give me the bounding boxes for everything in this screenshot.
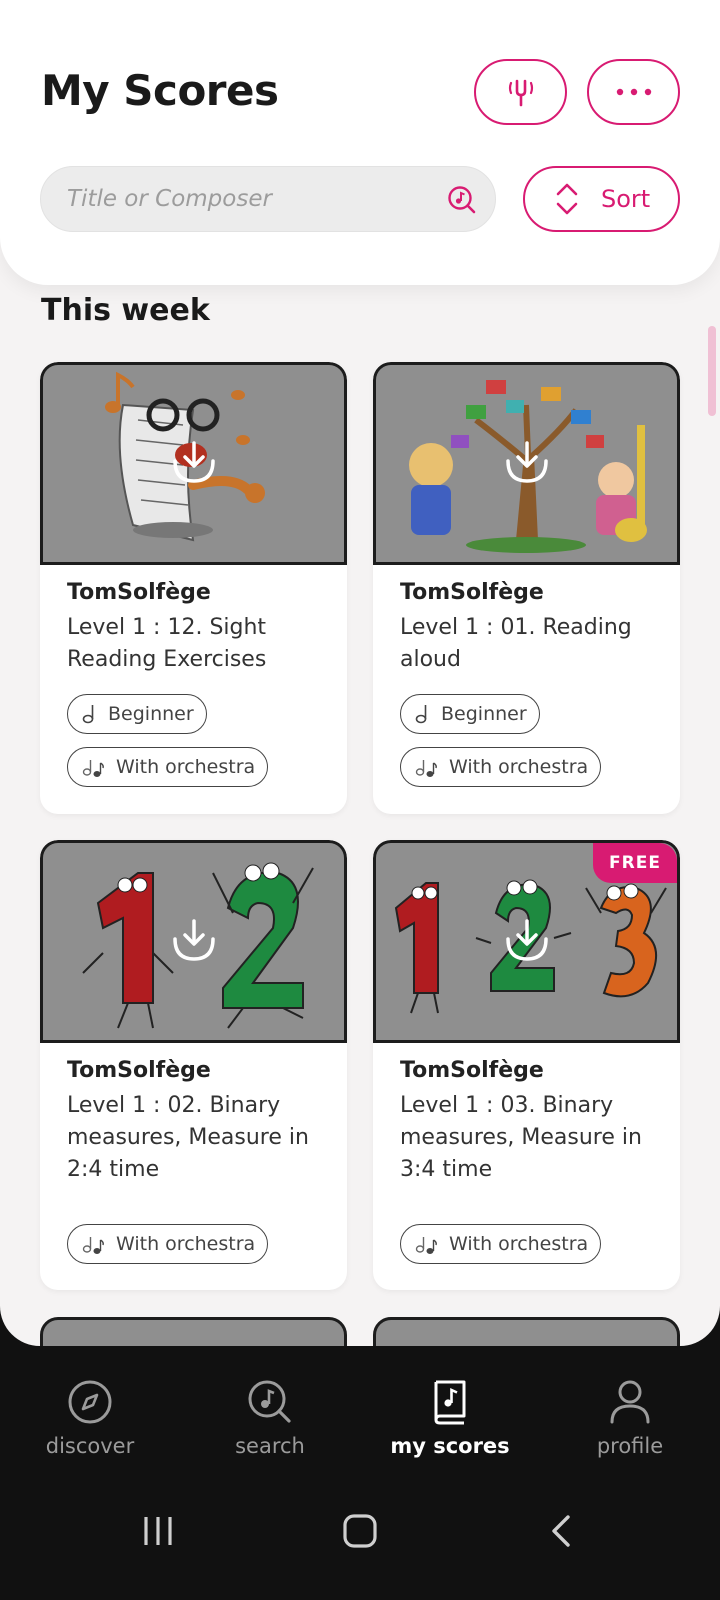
score-thumbnail [40, 362, 347, 565]
tag-label: Beginner [441, 703, 527, 725]
card-title: Level 1 : 03. Binary measures, Measure i… [400, 1093, 642, 1182]
nav-label: discover [45, 1434, 135, 1458]
back-icon[interactable] [546, 1511, 576, 1551]
half-note-icon [415, 705, 427, 724]
section-title: This week [41, 293, 210, 328]
score-book-icon [434, 1380, 466, 1425]
score-card-partial[interactable] [40, 1317, 347, 1346]
tuning-fork-button[interactable] [474, 59, 567, 125]
bottom-nav: discover search my scores profile [0, 1346, 720, 1476]
more-options-button[interactable] [587, 59, 680, 125]
nav-label: profile [596, 1434, 664, 1458]
orchestra-tag: With orchestra [400, 1224, 602, 1264]
home-icon[interactable] [340, 1511, 380, 1551]
download-icon[interactable] [169, 437, 219, 487]
level-tag: Beginner [400, 694, 540, 734]
half-note-icon [82, 705, 94, 724]
compass-icon [68, 1380, 112, 1424]
score-card[interactable]: TomSolfège Level 1 : 01. Reading aloud B… [373, 362, 680, 814]
nav-discover[interactable]: discover [0, 1376, 180, 1458]
orchestra-tag: With orchestra [400, 747, 602, 787]
nav-profile[interactable]: profile [540, 1376, 720, 1458]
orchestra-tag: With orchestra [67, 747, 269, 787]
score-card[interactable]: TomSolfège Level 1 : 12. Sight Reading E… [40, 362, 347, 814]
score-card[interactable]: FREE TomSolfège Level 1 : 03. Binary mea… [373, 840, 680, 1290]
nav-my-scores[interactable]: my scores [360, 1376, 540, 1458]
tag-label: With orchestra [116, 1233, 256, 1255]
more-dots-icon [616, 88, 651, 96]
score-card-partial[interactable] [373, 1317, 680, 1346]
page-title: My Scores [41, 66, 279, 115]
orchestra-notes-icon [82, 760, 104, 777]
card-author: TomSolfège [400, 1058, 544, 1083]
sort-arrows-icon [556, 183, 578, 215]
tuning-fork-icon [508, 79, 533, 107]
tag-label: With orchestra [449, 756, 589, 778]
scrollbar[interactable] [708, 326, 716, 416]
sort-button[interactable]: Sort [523, 166, 680, 232]
sort-label: Sort [601, 185, 651, 213]
search-input[interactable] [67, 167, 427, 231]
free-badge: FREE [593, 843, 677, 883]
orchestra-tag: With orchestra [67, 1224, 269, 1264]
system-nav-bar [0, 1476, 720, 1600]
search-music-icon [448, 186, 476, 214]
download-icon[interactable] [502, 437, 552, 487]
card-title: Level 1 : 12. Sight Reading Exercises [67, 615, 267, 672]
card-author: TomSolfège [67, 1058, 211, 1083]
card-author: TomSolfège [67, 580, 211, 605]
orchestra-notes-icon [415, 1237, 437, 1254]
nav-label: my scores [390, 1434, 510, 1458]
app-screen: My Scores Title or Composer Sort This we… [0, 0, 720, 1346]
download-icon[interactable] [169, 915, 219, 965]
score-thumbnail [40, 840, 347, 1043]
tag-label: With orchestra [116, 756, 256, 778]
person-icon [610, 1380, 650, 1424]
score-thumbnail [373, 362, 680, 565]
score-thumbnail: FREE [373, 840, 680, 1043]
orchestra-notes-icon [82, 1237, 104, 1254]
nav-label: search [235, 1434, 305, 1458]
orchestra-notes-icon [415, 760, 437, 777]
nav-search[interactable]: search [180, 1376, 360, 1458]
search-field[interactable] [40, 166, 496, 232]
download-icon[interactable] [502, 915, 552, 965]
recent-apps-icon[interactable] [140, 1511, 176, 1551]
tag-label: Beginner [108, 703, 194, 725]
score-card[interactable]: TomSolfège Level 1 : 02. Binary measures… [40, 840, 347, 1290]
header: My Scores Title or Composer Sort [0, 0, 720, 285]
card-title: Level 1 : 02. Binary measures, Measure i… [67, 1093, 309, 1182]
card-author: TomSolfège [400, 580, 544, 605]
card-title: Level 1 : 01. Reading aloud [400, 615, 632, 672]
search-music-icon [248, 1380, 291, 1423]
tag-label: With orchestra [449, 1233, 589, 1255]
level-tag: Beginner [67, 694, 207, 734]
